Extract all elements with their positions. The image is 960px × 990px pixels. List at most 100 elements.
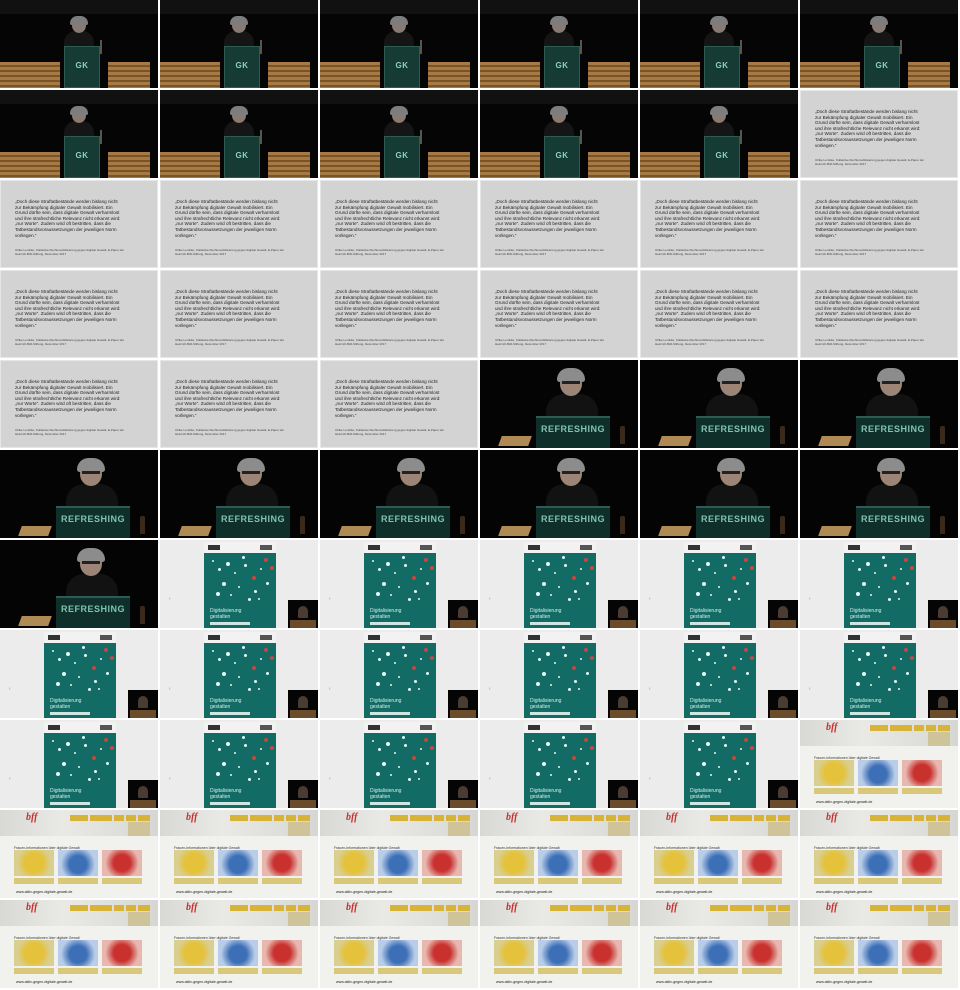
- stage-desk-left: [640, 62, 700, 88]
- publication-cover: Digitalisierung gestalten: [204, 722, 276, 808]
- speaker-closeup-frame: REFRESHING: [800, 360, 958, 448]
- illustration-blue: [218, 940, 258, 966]
- cover-subtitle-bar: [210, 802, 250, 805]
- caption-bar: [422, 968, 462, 974]
- illustration-blue: [378, 850, 418, 876]
- caption-bar: [262, 878, 302, 884]
- speaker-inset: [768, 780, 798, 808]
- quote-source: Ulrike Lembke, Kollektive Rechtsmobilisi…: [495, 338, 605, 346]
- website-nav: [870, 725, 952, 731]
- tablet: [18, 526, 52, 536]
- illustration-blue: [858, 760, 898, 786]
- website-header: bff: [160, 810, 318, 836]
- website-nav: [550, 815, 632, 821]
- cover-subtitle-bar: [370, 712, 410, 715]
- caption-bar: [58, 968, 98, 974]
- speaker-frame: GK: [480, 0, 638, 88]
- speaker-inset: [608, 690, 638, 718]
- quote-source: Ulrike Lembke, Kollektive Rechtsmobilisi…: [335, 338, 445, 346]
- illustration-red: [902, 760, 942, 786]
- illustration-blue: [218, 850, 258, 876]
- microphone-icon: [260, 130, 262, 144]
- website-slide-frame: bff Frauen-Informationen über digitale G…: [160, 810, 318, 898]
- stage-backdrop: [0, 90, 158, 104]
- lectern-logo: GK: [235, 151, 249, 160]
- ministry-logo-icon: [688, 545, 700, 550]
- website-nav: [710, 815, 792, 821]
- slide-marker: ‹: [489, 776, 491, 782]
- lectern: REFRESHING: [376, 506, 450, 538]
- caption-bar: [102, 878, 142, 884]
- quote-text: „Doch diese Straftatbestände werden bisl…: [335, 199, 441, 238]
- quote-slide-frame: „Doch diese Straftatbestände werden bisl…: [800, 270, 958, 358]
- lectern: GK: [64, 46, 100, 88]
- publisher-logo-icon: [100, 635, 112, 640]
- caption-bar: [654, 968, 694, 974]
- quote-slide-frame: „Doch diese Straftatbestände werden bisl…: [640, 270, 798, 358]
- lectern: GK: [224, 46, 260, 88]
- speaker-inset: [768, 600, 798, 628]
- lectern: GK: [544, 136, 580, 178]
- quote-source: Ulrike Lembke, Kollektive Rechtsmobilisi…: [15, 428, 125, 436]
- cover-slide-frame: ‹ Digitalisierung gestalten: [480, 540, 638, 628]
- website-logo: bff: [826, 722, 838, 733]
- publisher-logo-icon: [100, 725, 112, 730]
- website-nav: [710, 905, 792, 911]
- quote-text: „Doch diese Straftatbestände werden bisl…: [655, 289, 761, 328]
- speaker-inset: [608, 780, 638, 808]
- slide-marker: ‹: [329, 596, 331, 602]
- illustration-blue: [58, 940, 98, 966]
- illustration-yellow: [814, 760, 854, 786]
- ministry-logo-icon: [848, 635, 860, 640]
- illustration-blue: [698, 940, 738, 966]
- cover-title: Digitalisierung gestalten: [690, 698, 722, 710]
- cover-title: Digitalisierung gestalten: [210, 698, 242, 710]
- illustration-yellow: [494, 850, 534, 876]
- water-bottle: [780, 516, 785, 534]
- microphone-icon: [420, 40, 422, 54]
- illustration-red: [262, 850, 302, 876]
- lectern-label: REFRESHING: [700, 424, 765, 434]
- caption-bar: [174, 878, 214, 884]
- quote-source: Ulrike Lembke, Kollektive Rechtsmobilisi…: [175, 428, 285, 436]
- cover-title: Digitalisierung gestalten: [370, 608, 402, 620]
- caption-bar: [538, 968, 578, 974]
- publication-cover: Digitalisierung gestalten: [364, 542, 436, 628]
- ministry-logo-icon: [48, 725, 60, 730]
- illustration-yellow: [14, 940, 54, 966]
- website-slide-frame: bff Frauen-Informationen über digitale G…: [800, 720, 958, 808]
- speaker-closeup-frame: REFRESHING: [480, 450, 638, 538]
- cover-slide-frame: ‹ Digitalisierung gestalten: [640, 630, 798, 718]
- website-header: bff: [800, 900, 958, 926]
- lectern-label: REFRESHING: [60, 514, 125, 524]
- publisher-logo-icon: [420, 725, 432, 730]
- website-slide-frame: bff Frauen-Informationen über digitale G…: [640, 900, 798, 988]
- microphone-icon: [100, 130, 102, 144]
- website-logo: bff: [346, 812, 358, 823]
- cover-slide-frame: ‹ Digitalisierung gestalten: [0, 630, 158, 718]
- lectern-logo: GK: [715, 61, 729, 70]
- speaker-inset: [288, 690, 318, 718]
- illustration-yellow: [654, 940, 694, 966]
- stage-backdrop: [160, 0, 318, 14]
- slide-marker: ‹: [489, 686, 491, 692]
- lectern-label: REFRESHING: [540, 424, 605, 434]
- cover-title: Digitalisierung gestalten: [530, 788, 562, 800]
- quote-text: „Doch diese Straftatbestände werden bisl…: [15, 199, 121, 238]
- website-logo: bff: [826, 812, 838, 823]
- speaker-inset: [128, 690, 158, 718]
- website-slide-frame: bff Frauen-Informationen über digitale G…: [0, 810, 158, 898]
- website-slide-frame: bff Frauen-Informationen über digitale G…: [800, 900, 958, 988]
- stage-backdrop: [320, 0, 478, 14]
- lectern: GK: [544, 46, 580, 88]
- illustration-red: [582, 850, 622, 876]
- water-bottle: [140, 606, 145, 624]
- publication-cover: Digitalisierung gestalten: [524, 632, 596, 718]
- cover-slide-frame: ‹ Digitalisierung gestalten: [160, 630, 318, 718]
- slide-marker: ‹: [649, 776, 651, 782]
- cover-subtitle-bar: [850, 622, 890, 625]
- cover-slide-frame: ‹ Digitalisierung gestalten: [320, 720, 478, 808]
- caption-bar: [334, 878, 374, 884]
- speaker-frame: GK: [0, 0, 158, 88]
- illustration-yellow: [814, 850, 854, 876]
